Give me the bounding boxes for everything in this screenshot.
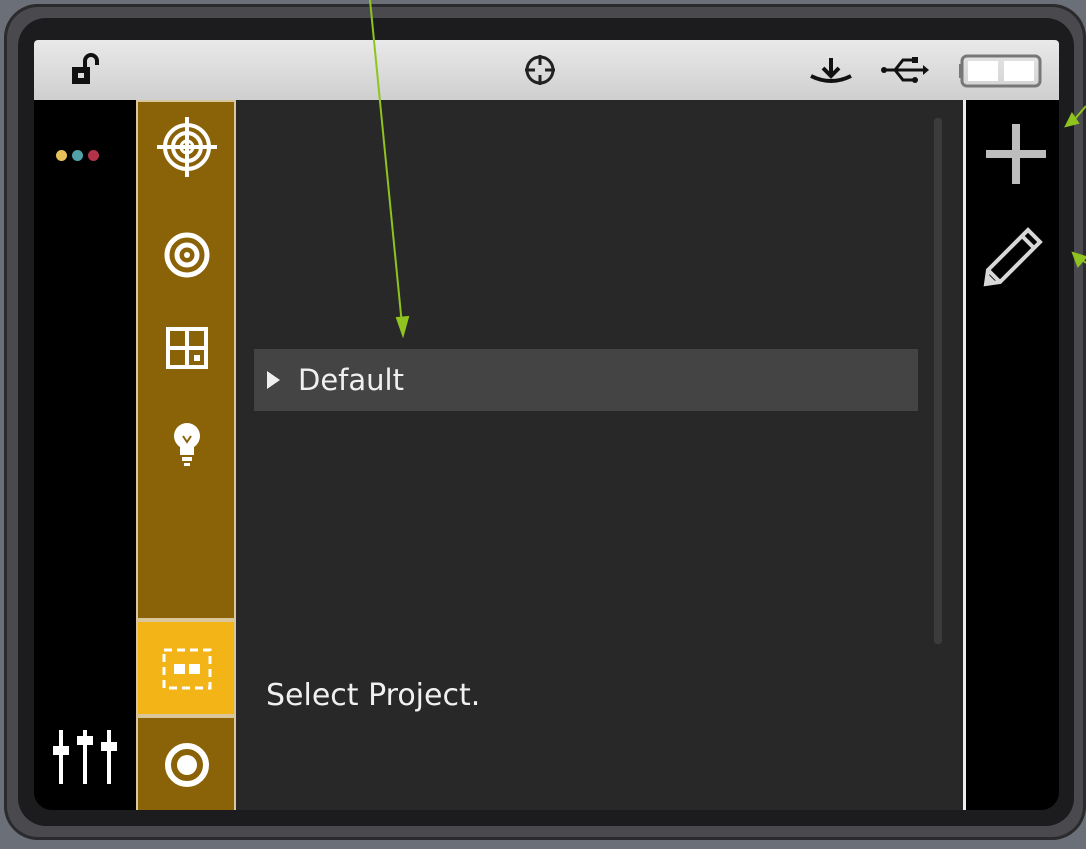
add-icon[interactable] bbox=[984, 122, 1048, 186]
action-strip bbox=[963, 100, 1059, 810]
lightbulb-icon[interactable] bbox=[156, 412, 218, 474]
more-dots-icon[interactable] bbox=[56, 146, 104, 165]
menu-column bbox=[136, 100, 236, 620]
unlocked-padlock-icon[interactable] bbox=[68, 52, 104, 88]
antenna-icon bbox=[810, 58, 852, 83]
battery-icon bbox=[959, 54, 1042, 88]
dot-yellow bbox=[56, 150, 67, 161]
dot-red bbox=[88, 150, 99, 161]
usb-icon bbox=[881, 57, 929, 83]
left-strip bbox=[34, 100, 136, 810]
menu-item-bottom[interactable] bbox=[136, 716, 236, 810]
grid-layout-icon[interactable] bbox=[156, 317, 218, 379]
status-message: Select Project. bbox=[266, 678, 481, 713]
device-screen: Default Select Project. bbox=[34, 40, 1059, 810]
dashed-frame-icon bbox=[162, 648, 212, 690]
edit-pencil-icon[interactable] bbox=[980, 218, 1050, 288]
mixer-sliders-icon[interactable] bbox=[52, 728, 118, 784]
expand-arrow-icon bbox=[267, 371, 280, 389]
concentric-circles-icon[interactable] bbox=[156, 224, 218, 286]
list-item-label: Default bbox=[298, 363, 404, 397]
ring-icon bbox=[165, 743, 209, 787]
dot-teal bbox=[72, 150, 83, 161]
menu-item-projects-active[interactable] bbox=[136, 620, 236, 716]
status-bar bbox=[34, 40, 1059, 100]
list-item-default[interactable]: Default bbox=[254, 349, 918, 411]
scrollbar[interactable] bbox=[934, 118, 942, 644]
target-icon[interactable] bbox=[156, 116, 218, 178]
crosshair-icon[interactable] bbox=[522, 52, 558, 88]
project-list-panel: Default Select Project. bbox=[236, 100, 963, 810]
